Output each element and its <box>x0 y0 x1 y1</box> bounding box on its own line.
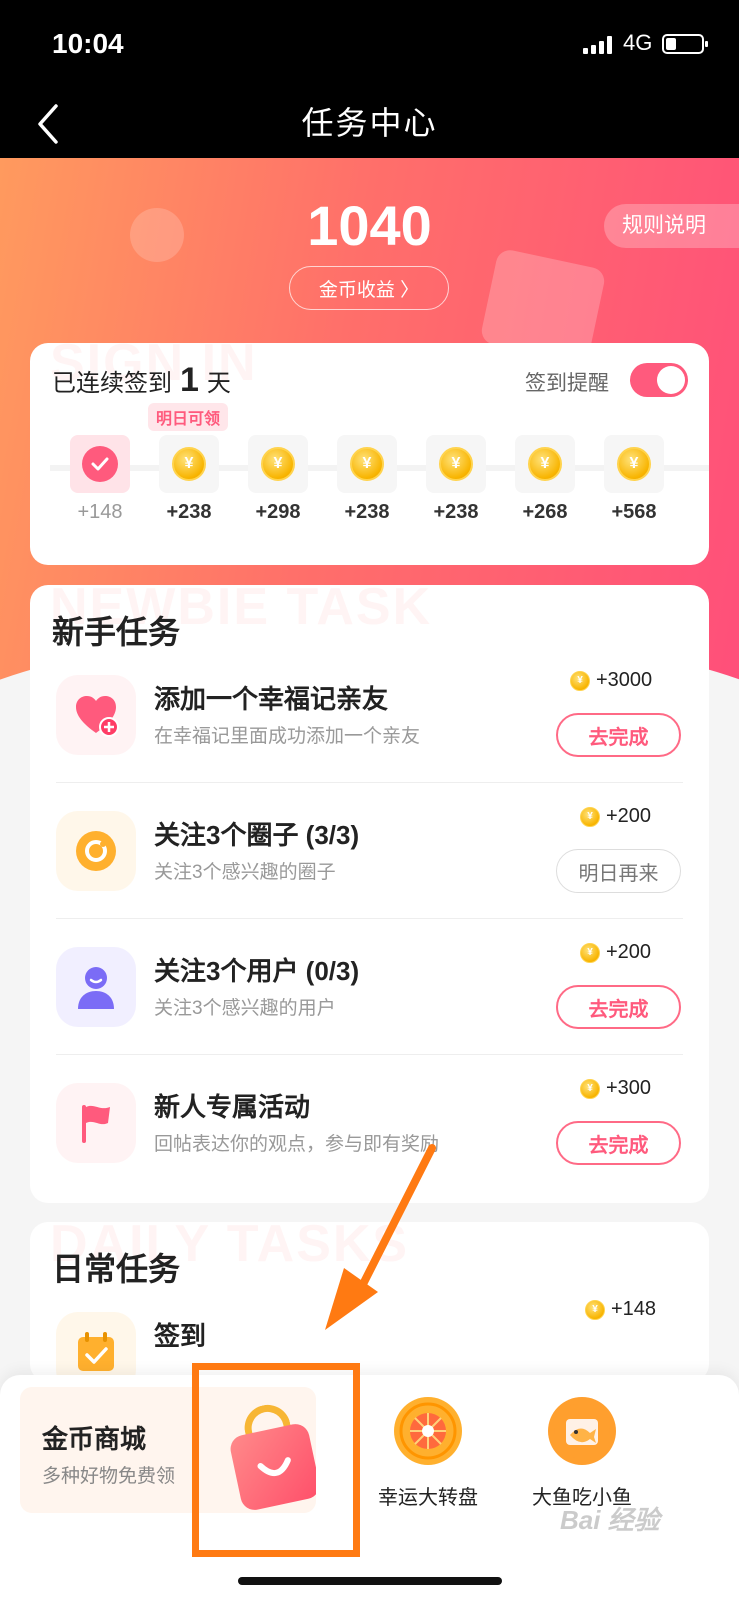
task-name: 关注3个圈子 (3/3) <box>154 820 360 850</box>
coin-income-button[interactable]: 金币收益 〉 <box>289 266 449 310</box>
task-name: 新人专属活动 <box>154 1092 311 1122</box>
go-complete-button[interactable]: 去完成 <box>556 1121 681 1165</box>
signin-day: ¥ +268 <box>515 435 575 524</box>
reminder-label: 签到提醒 <box>525 372 609 395</box>
big-fish-entry[interactable]: 大鱼吃小鱼 <box>517 1397 647 1510</box>
coin-icon: ¥ <box>528 447 562 481</box>
heart-plus-icon <box>56 675 136 755</box>
signin-days: +148 ¥ +238 ¥ +298 ¥ +238 ¥ +238 ¥ +268 … <box>70 435 664 524</box>
rules-button[interactable]: 规则说明 <box>604 204 739 248</box>
coin-icon: ¥ <box>580 806 600 827</box>
coin-icon: ¥ <box>617 447 651 481</box>
task-item: 添加一个幸福记亲友 在幸福记里面成功添加一个亲友 ¥ +3000 去完成 <box>30 647 709 783</box>
signin-day-value: +268 <box>522 501 568 523</box>
daily-task-card: DAILY TASKS 日常任务 签到 ¥ +148 <box>30 1222 709 1382</box>
coin-mall-title: 金币商城 <box>42 1424 147 1454</box>
task-item: 关注3个用户 (0/3) 关注3个感兴趣的用户 ¥ +200 去完成 <box>30 919 709 1055</box>
coin-icon: ¥ <box>261 447 295 481</box>
task-name: 关注3个用户 (0/3) <box>154 956 360 986</box>
signin-streak: 已连续签到 1 天 <box>52 361 231 400</box>
task-desc: 关注3个感兴趣的用户 <box>154 998 336 1019</box>
task-reward: ¥ +300 <box>580 1077 700 1100</box>
signin-day: +148 <box>70 435 130 524</box>
streak-prefix: 已连续签到 <box>52 370 172 397</box>
signal-icon <box>583 36 612 54</box>
network-label: 4G <box>623 30 653 55</box>
signin-day-value: +238 <box>166 501 212 523</box>
task-reward: ¥ +3000 <box>570 669 690 692</box>
lucky-wheel-entry[interactable]: 幸运大转盘 <box>363 1397 493 1510</box>
coin-icon: ¥ <box>439 447 473 481</box>
streak-suffix: 天 <box>206 370 231 397</box>
signin-day-value: +568 <box>611 501 657 523</box>
signin-day-value: +298 <box>255 501 301 523</box>
wheel-icon <box>394 1397 462 1465</box>
battery-icon <box>662 34 708 54</box>
newbie-task-card: NEWBIE TASK 新手任务 添加一个幸福记亲友 在幸福记里面成功添加一个亲… <box>30 585 709 1203</box>
circle-icon <box>56 811 136 891</box>
flag-icon <box>56 1083 136 1163</box>
go-complete-button[interactable]: 去完成 <box>556 985 681 1029</box>
signin-day: ¥ +238 <box>426 435 486 524</box>
user-icon <box>56 947 136 1027</box>
page-title: 任务中心 <box>301 105 438 141</box>
coin-icon: ¥ <box>350 447 384 481</box>
task-desc: 关注3个感兴趣的圈子 <box>154 862 336 883</box>
task-reward: ¥ +200 <box>580 941 700 964</box>
coin-income-label: 金币收益 〉 <box>318 279 420 301</box>
coin-icon: ¥ <box>580 1078 600 1099</box>
task-desc: 在幸福记里面成功添加一个亲友 <box>154 726 421 747</box>
fish-icon <box>548 1397 616 1465</box>
signin-day: ¥ +568 <box>604 435 664 524</box>
signin-day-value: +148 <box>77 501 123 523</box>
come-back-tomorrow-button[interactable]: 明日再来 <box>556 849 681 893</box>
reminder-toggle[interactable] <box>630 363 688 397</box>
status-bar: 10:04 4G <box>0 0 739 90</box>
task-item: 签到 ¥ +148 <box>30 1284 709 1382</box>
signin-day-value: +238 <box>344 501 390 523</box>
home-indicator <box>238 1577 502 1585</box>
task-reward: ¥ +200 <box>580 805 700 828</box>
coin-icon: ¥ <box>570 670 590 691</box>
signin-day-value: +238 <box>433 501 479 523</box>
task-item: 关注3个圈子 (3/3) 关注3个感兴趣的圈子 ¥ +200 明日再来 <box>30 783 709 919</box>
signin-card: SIGN IN 已连续签到 1 天 签到提醒 明日可领 +148 ¥ +238 ¥ … <box>30 343 709 565</box>
task-item: 新人专属活动 回帖表达你的观点，参与即有奖励 ¥ +300 去完成 <box>30 1055 709 1191</box>
status-time: 10:04 <box>52 28 124 59</box>
toggle-knob <box>657 366 685 394</box>
task-desc: 回帖表达你的观点，参与即有奖励 <box>154 1134 440 1155</box>
nav-bar: 任务中心 <box>0 90 739 158</box>
baidu-watermark: Bai 经验 <box>560 1505 660 1535</box>
streak-days: 1 <box>180 361 199 399</box>
check-icon <box>82 446 118 482</box>
highlight-box <box>192 1363 360 1557</box>
coin-icon: ¥ <box>580 942 600 963</box>
go-complete-button[interactable]: 去完成 <box>556 713 681 757</box>
signin-day: ¥ +298 <box>248 435 308 524</box>
coin-mall-subtitle: 多种好物免费领 <box>42 1466 176 1487</box>
task-name: 添加一个幸福记亲友 <box>154 684 389 714</box>
feature-label: 幸运大转盘 <box>378 1487 478 1509</box>
tomorrow-tag: 明日可领 <box>148 403 229 431</box>
task-name: 签到 <box>154 1321 207 1351</box>
coin-icon: ¥ <box>585 1299 605 1320</box>
bottom-feature-bar: 金币商城 多种好物免费领 幸运大转盘 大鱼吃小鱼 <box>0 1375 739 1600</box>
calendar-check-icon <box>56 1312 136 1382</box>
signin-day: ¥ +238 <box>159 435 219 524</box>
coin-icon: ¥ <box>172 447 206 481</box>
signin-day: ¥ +238 <box>337 435 397 524</box>
task-reward: ¥ +148 <box>585 1298 705 1321</box>
